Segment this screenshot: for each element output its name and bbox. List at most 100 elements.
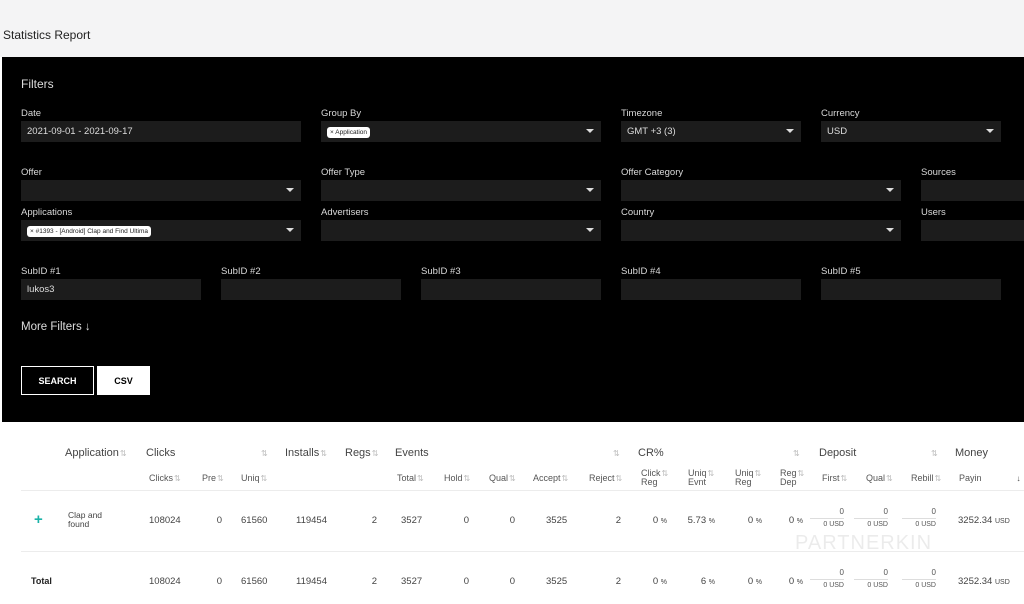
col-click-reg[interactable]: Click⇅ Reg xyxy=(641,469,668,487)
timezone-value: GMT +3 (3) xyxy=(627,126,676,137)
currency-value: USD xyxy=(827,126,848,137)
offer-category-select[interactable] xyxy=(621,180,901,201)
date-label: Date xyxy=(21,108,42,119)
cell-regs: 2 xyxy=(371,515,377,526)
chevron-down-icon xyxy=(586,188,594,192)
col-dep-qual[interactable]: Qual⇅ xyxy=(866,474,893,484)
country-label: Country xyxy=(621,207,655,218)
applications-select[interactable]: × #1393 - [Android] Clap and Find Ultima xyxy=(21,220,301,241)
offer-type-select[interactable] xyxy=(321,180,601,201)
col-qual[interactable]: Qual⇅ xyxy=(489,474,516,484)
col-regs[interactable]: Regs⇅ xyxy=(345,447,378,459)
col-clicks-group: Clicks xyxy=(146,447,176,459)
col-money-group: Money xyxy=(955,447,989,459)
filters-panel: Filters Date 2021-09-01 - 2021-09-17 Gro… xyxy=(2,57,1024,422)
subid5-input[interactable] xyxy=(821,279,1001,300)
cell-pre: 0 xyxy=(216,576,222,587)
row-name: Total xyxy=(31,576,52,586)
page-title: Statistics Report xyxy=(3,28,91,42)
col-clicks[interactable]: Clicks⇅ xyxy=(149,474,181,484)
csv-button[interactable]: CSV xyxy=(97,366,150,395)
subid2-input[interactable] xyxy=(221,279,401,300)
cell-reg_dep: 0 % xyxy=(788,515,803,526)
cell-dqual: 00 USD xyxy=(854,507,888,528)
cell-regs: 2 xyxy=(371,576,377,587)
col-uniq-evnt[interactable]: Uniq⇅ Evnt xyxy=(688,469,714,487)
chevron-down-icon xyxy=(586,129,594,133)
search-button[interactable]: SEARCH xyxy=(21,366,94,395)
cell-reg_dep: 0 % xyxy=(788,576,803,587)
advertisers-label: Advertisers xyxy=(321,207,369,218)
col-pre[interactable]: Pre⇅ xyxy=(202,474,224,484)
subid5-label: SubID #5 xyxy=(821,266,861,277)
sort-icon[interactable]: ⇅ xyxy=(930,447,938,459)
cell-first: 00 USD xyxy=(810,568,844,589)
col-hold[interactable]: Hold⇅ xyxy=(444,474,470,484)
sort-icon[interactable]: ⇅ xyxy=(792,447,800,459)
chevron-down-icon xyxy=(586,228,594,232)
sort-icon: ⇅ xyxy=(371,449,379,458)
sources-select[interactable] xyxy=(921,180,1024,201)
subid2-label: SubID #2 xyxy=(221,266,261,277)
divider xyxy=(21,490,1024,491)
currency-select[interactable]: USD xyxy=(821,121,1001,142)
users-select[interactable] xyxy=(921,220,1024,241)
expand-plus-icon[interactable]: + xyxy=(34,511,43,528)
advertisers-select[interactable] xyxy=(321,220,601,241)
date-input[interactable]: 2021-09-01 - 2021-09-17 xyxy=(21,121,301,142)
chevron-down-icon xyxy=(786,129,794,133)
chevron-down-icon xyxy=(286,188,294,192)
cell-first: 00 USD xyxy=(810,507,844,528)
sort-icon[interactable]: ⇅ xyxy=(260,447,268,459)
top-bar xyxy=(0,0,1024,57)
sort-icon: ⇅ xyxy=(320,449,327,458)
sources-label: Sources xyxy=(921,167,956,178)
subid3-input[interactable] xyxy=(421,279,601,300)
col-uniq-reg[interactable]: Uniq⇅ Reg xyxy=(735,469,761,487)
cell-rebill: 00 USD xyxy=(902,568,936,589)
row-name: Clap and found xyxy=(68,510,103,529)
col-rebill[interactable]: Rebill⇅ xyxy=(911,474,941,484)
cell-pre: 0 xyxy=(216,515,222,526)
chevron-down-icon xyxy=(886,228,894,232)
application-chip[interactable]: × #1393 - [Android] Clap and Find Ultima xyxy=(27,226,151,237)
col-installs[interactable]: Installs⇅ xyxy=(285,447,327,459)
cell-uniq: 61560 xyxy=(241,515,268,526)
col-reject[interactable]: Reject⇅ xyxy=(589,474,622,484)
offer-select[interactable] xyxy=(21,180,301,201)
col-uniq[interactable]: Uniq⇅ xyxy=(241,474,267,484)
sort-icon[interactable]: ⇅ xyxy=(612,447,620,459)
chevron-down-icon xyxy=(286,228,294,232)
offer-type-label: Offer Type xyxy=(321,167,366,178)
offer-category-label: Offer Category xyxy=(621,167,684,178)
cell-qual: 0 xyxy=(509,576,515,587)
users-label: Users xyxy=(921,207,946,218)
col-payin[interactable]: Payin ↓ xyxy=(959,474,1021,484)
col-reg-dep[interactable]: Reg⇅ Dep xyxy=(780,469,804,487)
subid1-label: SubID #1 xyxy=(21,266,61,277)
subid1-input[interactable]: lukos3 xyxy=(21,279,201,300)
group-by-chip[interactable]: × Application xyxy=(327,127,371,138)
group-by-select[interactable]: × Application xyxy=(321,121,601,142)
timezone-select[interactable]: GMT +3 (3) xyxy=(621,121,801,142)
col-first[interactable]: First⇅ xyxy=(822,474,847,484)
timezone-label: Timezone xyxy=(621,108,663,119)
col-total[interactable]: Total⇅ xyxy=(397,474,424,484)
more-filters-link[interactable]: More Filters ↓ xyxy=(21,321,91,333)
offer-label: Offer xyxy=(21,167,42,178)
filters-heading: Filters xyxy=(21,77,54,91)
col-accept[interactable]: Accept⇅ xyxy=(533,474,568,484)
col-cr-group: CR% xyxy=(638,447,664,459)
subid4-input[interactable] xyxy=(621,279,801,300)
cell-uniq: 61560 xyxy=(241,576,268,587)
col-events-group: Events xyxy=(395,447,429,459)
country-select[interactable] xyxy=(621,220,901,241)
watermark: PARTNERKIN xyxy=(795,532,933,554)
subid3-label: SubID #3 xyxy=(421,266,461,277)
col-application[interactable]: Application⇅ xyxy=(65,447,127,459)
col-deposit-group: Deposit xyxy=(819,447,857,459)
applications-label: Applications xyxy=(21,207,73,218)
group-by-label: Group By xyxy=(321,108,362,119)
cell-payin: 3252.34 USD xyxy=(958,576,1010,587)
chevron-down-icon xyxy=(986,129,994,133)
